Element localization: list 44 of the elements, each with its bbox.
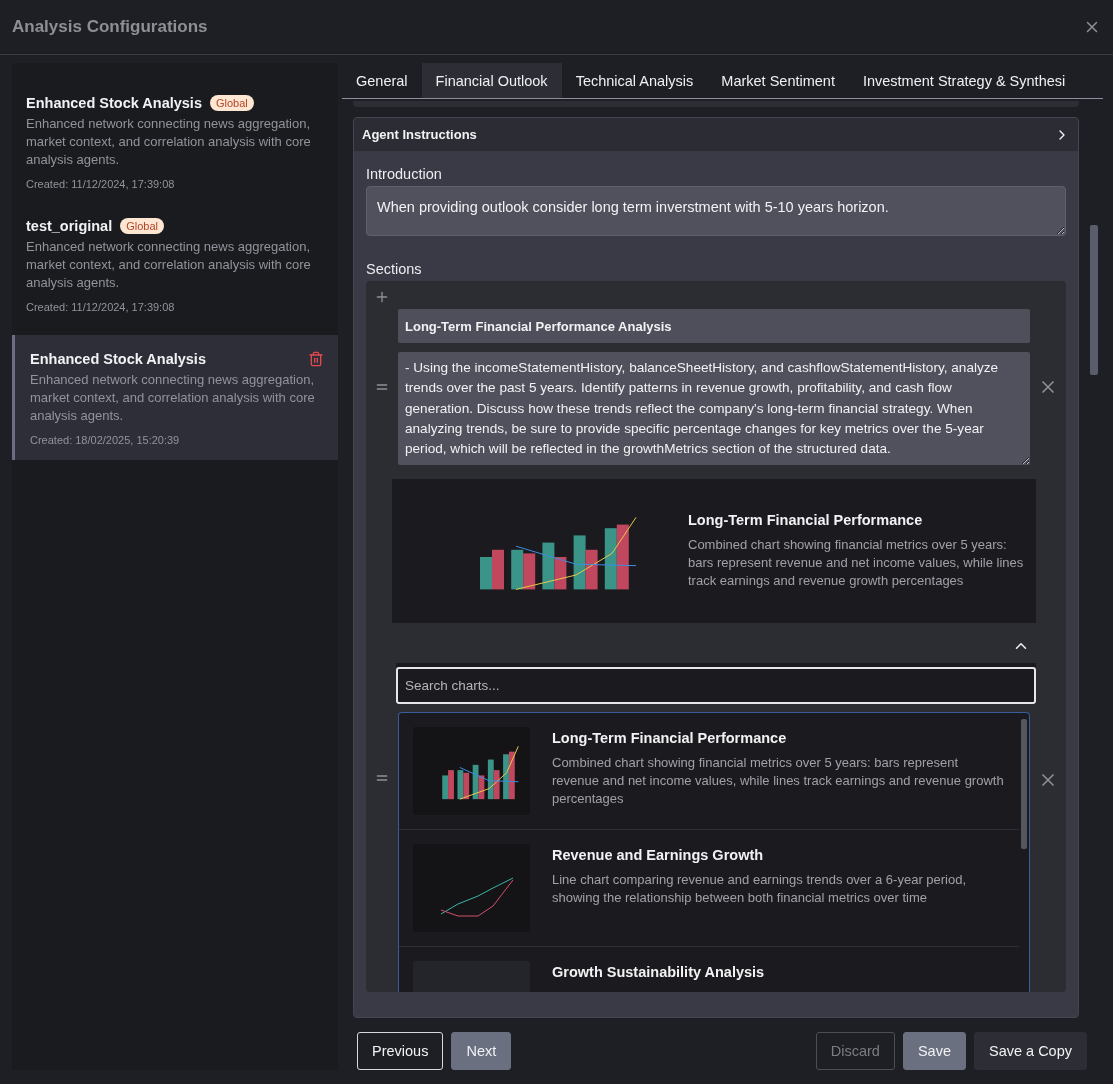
agent-instructions-header[interactable]: Agent Instructions xyxy=(354,118,1078,151)
tab[interactable]: Technical Analysis xyxy=(561,63,708,98)
tab[interactable]: Market Sentiment xyxy=(707,63,849,98)
created-date: Created: 18/02/2025, 15:20:39 xyxy=(30,434,181,446)
tab[interactable]: Investment Strategy & Synthesi xyxy=(848,63,1080,98)
chart-description: Combined chart showing financial metrics over 5 years: bars represent revenue and net income values, while lines track earnings and revenue growth percentages xyxy=(688,536,1024,590)
config-item[interactable]: Enhanced Stock Analysis Global Enhanced network connecting news aggregation, market context, and correlation analysis with core analysis agents. Created: 11/12/2024, 17:39:08 xyxy=(12,85,338,208)
global-badge: Global xyxy=(120,218,164,234)
config-description: Enhanced network connecting news aggregation, market context, and correlation analysis with core analysis agents. xyxy=(26,115,312,169)
scrollbar-thumb[interactable] xyxy=(1021,719,1027,849)
option-title: Long-Term Financial Performance xyxy=(552,730,788,746)
chart-option[interactable]: Revenue and Earnings Growth Line chart comparing revenue and earnings trends over a 6-year period, showing the relationship between both financial metrics over time xyxy=(399,830,1019,947)
config-title: test_original xyxy=(26,218,113,234)
config-item[interactable]: test_original Global Enhanced network connecting news aggregation, market context, and correlation analysis with core analysis agents. Created: 11/12/2024, 17:39:08 xyxy=(12,208,338,331)
config-title: Enhanced Stock Analysis xyxy=(30,351,206,367)
introduction-field[interactable]: When providing outlook consider long term inverstment with 5-10 years horizon. xyxy=(366,186,1066,236)
window-title: Analysis Configurations xyxy=(12,17,208,37)
scrollbar-thumb[interactable] xyxy=(1090,225,1098,375)
chart-title: Long-Term Financial Performance xyxy=(688,512,924,528)
section-title-field[interactable]: Long-Term Financial Performance Analysis xyxy=(398,309,1030,343)
config-title: Enhanced Stock Analysis xyxy=(26,95,202,111)
config-description: Enhanced network connecting news aggregation, market context, and correlation analysis with core analysis agents. xyxy=(30,371,316,425)
global-badge: Global xyxy=(209,95,254,111)
chart-option[interactable]: Long-Term Financial Performance Combined chart showing financial metrics over 5 years: bars represent revenue and net income values, while lines track earnings and revenue growth percentages xyxy=(399,713,1019,830)
tab[interactable]: General xyxy=(342,63,422,98)
config-item[interactable]: Enhanced Stock Analysis Enhanced network connecting news aggregation, market context, and correlation analysis with core analysis agents. Created: 18/02/2025, 15:20:39 xyxy=(12,335,338,460)
footer-button[interactable]: Next xyxy=(451,1032,512,1070)
footer-button[interactable]: Previous xyxy=(357,1032,444,1070)
footer-button[interactable]: Save xyxy=(902,1032,966,1070)
option-title: Revenue and Earnings Growth xyxy=(552,847,765,863)
tab[interactable]: Financial Outlook xyxy=(421,63,562,98)
search-field[interactable]: Search charts... xyxy=(396,667,1036,704)
config-description: Enhanced network connecting news aggregation, market context, and correlation analysis with core analysis agents. xyxy=(26,238,312,292)
section-body-field[interactable]: - Using the incomeStatementHistory, balanceSheetHistory, and cashflowStatementHistory, analyze trends over the past 5 years. Identify patterns in revenue growth, profitability, and cash flow generation. Discuss how these trends reflect the company's long-term financial strategy. When analyzing trends, be sure to provide specific percentage changes for key metrics over the 5-year period, which will be reflected in the growthMetrics section of the structured data. xyxy=(398,352,1030,465)
field-label: Introduction xyxy=(366,166,442,182)
created-date: Created: 11/12/2024, 17:39:08 xyxy=(26,178,176,190)
option-description: Line chart comparing revenue and earnings trends over a 6-year period, showing the relationship between both financial metrics over time xyxy=(552,871,968,907)
option-description: Combined chart showing financial metrics over 5 years: bars represent revenue and net income values, while lines track earnings and revenue growth percentages xyxy=(552,754,1005,808)
footer-button[interactable]: Save a Copy xyxy=(973,1032,1087,1070)
add-icon[interactable] xyxy=(374,289,390,305)
option-title: Growth Sustainability Analysis xyxy=(552,964,765,980)
field-label: Sections xyxy=(366,261,422,277)
created-date: Created: 11/12/2024, 17:39:08 xyxy=(26,301,176,313)
delete-icon[interactable] xyxy=(308,351,324,367)
